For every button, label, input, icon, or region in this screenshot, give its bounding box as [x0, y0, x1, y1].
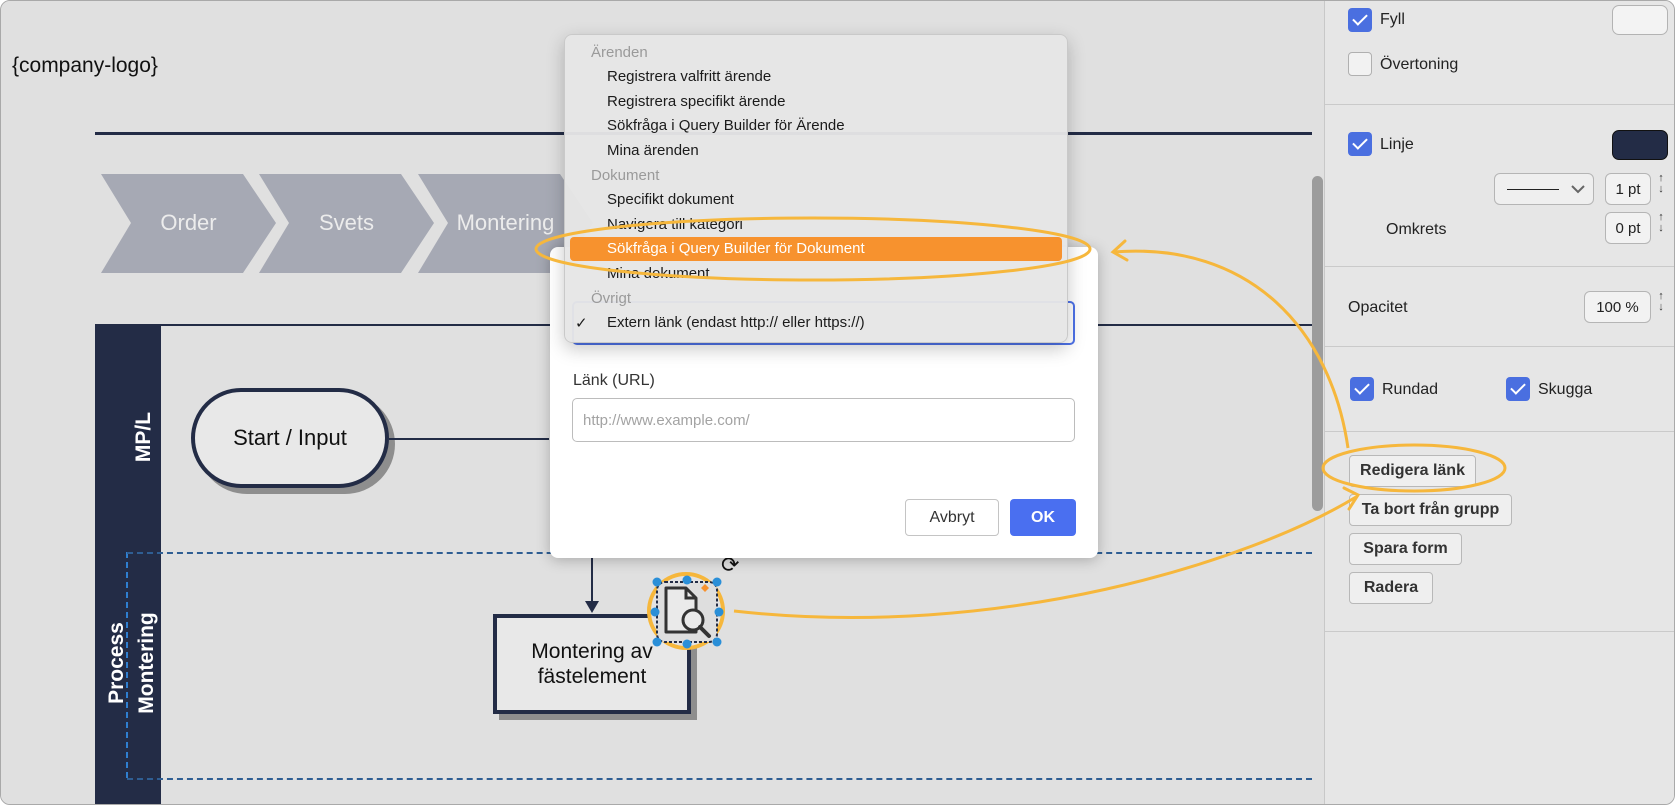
connector-arrowhead	[585, 601, 599, 613]
line-label: Linje	[1380, 136, 1414, 153]
line-width-input[interactable]: 1 pt	[1605, 173, 1651, 205]
ok-button[interactable]: OK	[1010, 499, 1076, 536]
fill-label: Fyll	[1380, 11, 1405, 28]
shadow-checkbox[interactable]	[1506, 377, 1530, 401]
opacity-input[interactable]: 100 %	[1584, 291, 1651, 323]
menu-group-label: Övrigt	[591, 290, 632, 307]
process-box-line2: fästelement	[537, 665, 647, 688]
connector-line	[389, 438, 549, 440]
panel-separator	[1325, 431, 1674, 432]
process-step-label: Svets	[318, 210, 375, 235]
menu-item-highlighted[interactable]: Sökfråga i Query Builder för Dokument	[607, 240, 865, 257]
menu-item[interactable]: Mina ärenden	[607, 142, 699, 159]
opacity-label: Opacitet	[1348, 299, 1408, 316]
app-frame: {company-logo} Order Svets Montering MP/…	[0, 0, 1675, 805]
process-step-label: Order	[160, 210, 217, 235]
lane-divider-dashed-bottom	[127, 778, 1312, 780]
process-step-order[interactable]: Order	[101, 174, 276, 273]
start-input-shape[interactable]: Start / Input	[191, 388, 389, 488]
line-style-select[interactable]	[1494, 173, 1594, 205]
chevron-down-icon	[1571, 185, 1585, 194]
line-checkbox[interactable]	[1348, 132, 1372, 156]
company-logo: {company-logo}	[12, 54, 158, 77]
menu-item-checked[interactable]: Extern länk (endast http:// eller https:…	[607, 314, 865, 331]
save-shape-button[interactable]: Spara form	[1349, 533, 1462, 565]
menu-item[interactable]: Specifikt dokument	[607, 191, 734, 208]
panel-separator	[1325, 346, 1674, 347]
panel-separator	[1325, 266, 1674, 267]
perimeter-label: Omkrets	[1386, 221, 1447, 238]
line-width-stepper-icon[interactable]: ↑ ↓	[1656, 173, 1666, 195]
menu-group-label: Dokument	[591, 167, 660, 184]
fill-color-swatch[interactable]	[1612, 5, 1668, 35]
menu-item[interactable]: Registrera valfritt ärende	[607, 68, 771, 85]
url-input[interactable]	[572, 398, 1075, 442]
lane-label-montering: Montering	[135, 612, 158, 714]
lane-label-mpl: MP/L	[132, 411, 155, 463]
gradient-label: Övertoning	[1380, 56, 1459, 73]
menu-item[interactable]: Mina dokument	[607, 265, 710, 282]
gradient-checkbox[interactable]	[1348, 52, 1372, 76]
edit-link-button[interactable]: Redigera länk	[1349, 455, 1476, 487]
lane-selection-outline	[126, 552, 134, 778]
panel-separator	[1325, 631, 1674, 632]
url-label: Länk (URL)	[573, 372, 655, 389]
checkmark-icon: ✓	[575, 315, 588, 332]
shadow-label: Skugga	[1538, 381, 1593, 398]
start-input-label: Start / Input	[233, 425, 347, 450]
menu-group-label: Ärenden	[591, 44, 648, 61]
fill-checkbox[interactable]	[1348, 8, 1372, 32]
rounded-label: Rundad	[1382, 381, 1439, 398]
cancel-button[interactable]: Avbryt	[905, 499, 999, 536]
menu-item[interactable]: Registrera specifikt ärende	[607, 93, 785, 110]
delete-button[interactable]: Radera	[1349, 572, 1433, 604]
opacity-stepper-icon[interactable]: ↑ ↓	[1656, 291, 1666, 313]
line-style-preview	[1507, 189, 1559, 190]
perimeter-input[interactable]: 0 pt	[1605, 212, 1651, 244]
format-panel	[1324, 1, 1674, 804]
menu-item[interactable]: Navigera till kategori	[607, 216, 743, 233]
menu-item[interactable]: Sökfråga i Query Builder för Ärende	[607, 117, 845, 134]
connector-line-vertical	[591, 555, 593, 607]
rounded-checkbox[interactable]	[1350, 377, 1374, 401]
remove-from-group-button[interactable]: Ta bort från grupp	[1349, 494, 1512, 526]
panel-separator	[1325, 104, 1674, 105]
canvas-vertical-scrollbar[interactable]	[1312, 176, 1323, 511]
process-step-svets[interactable]: Svets	[259, 174, 434, 273]
line-color-swatch[interactable]	[1612, 130, 1668, 160]
perimeter-stepper-icon[interactable]: ↑ ↓	[1656, 212, 1666, 234]
